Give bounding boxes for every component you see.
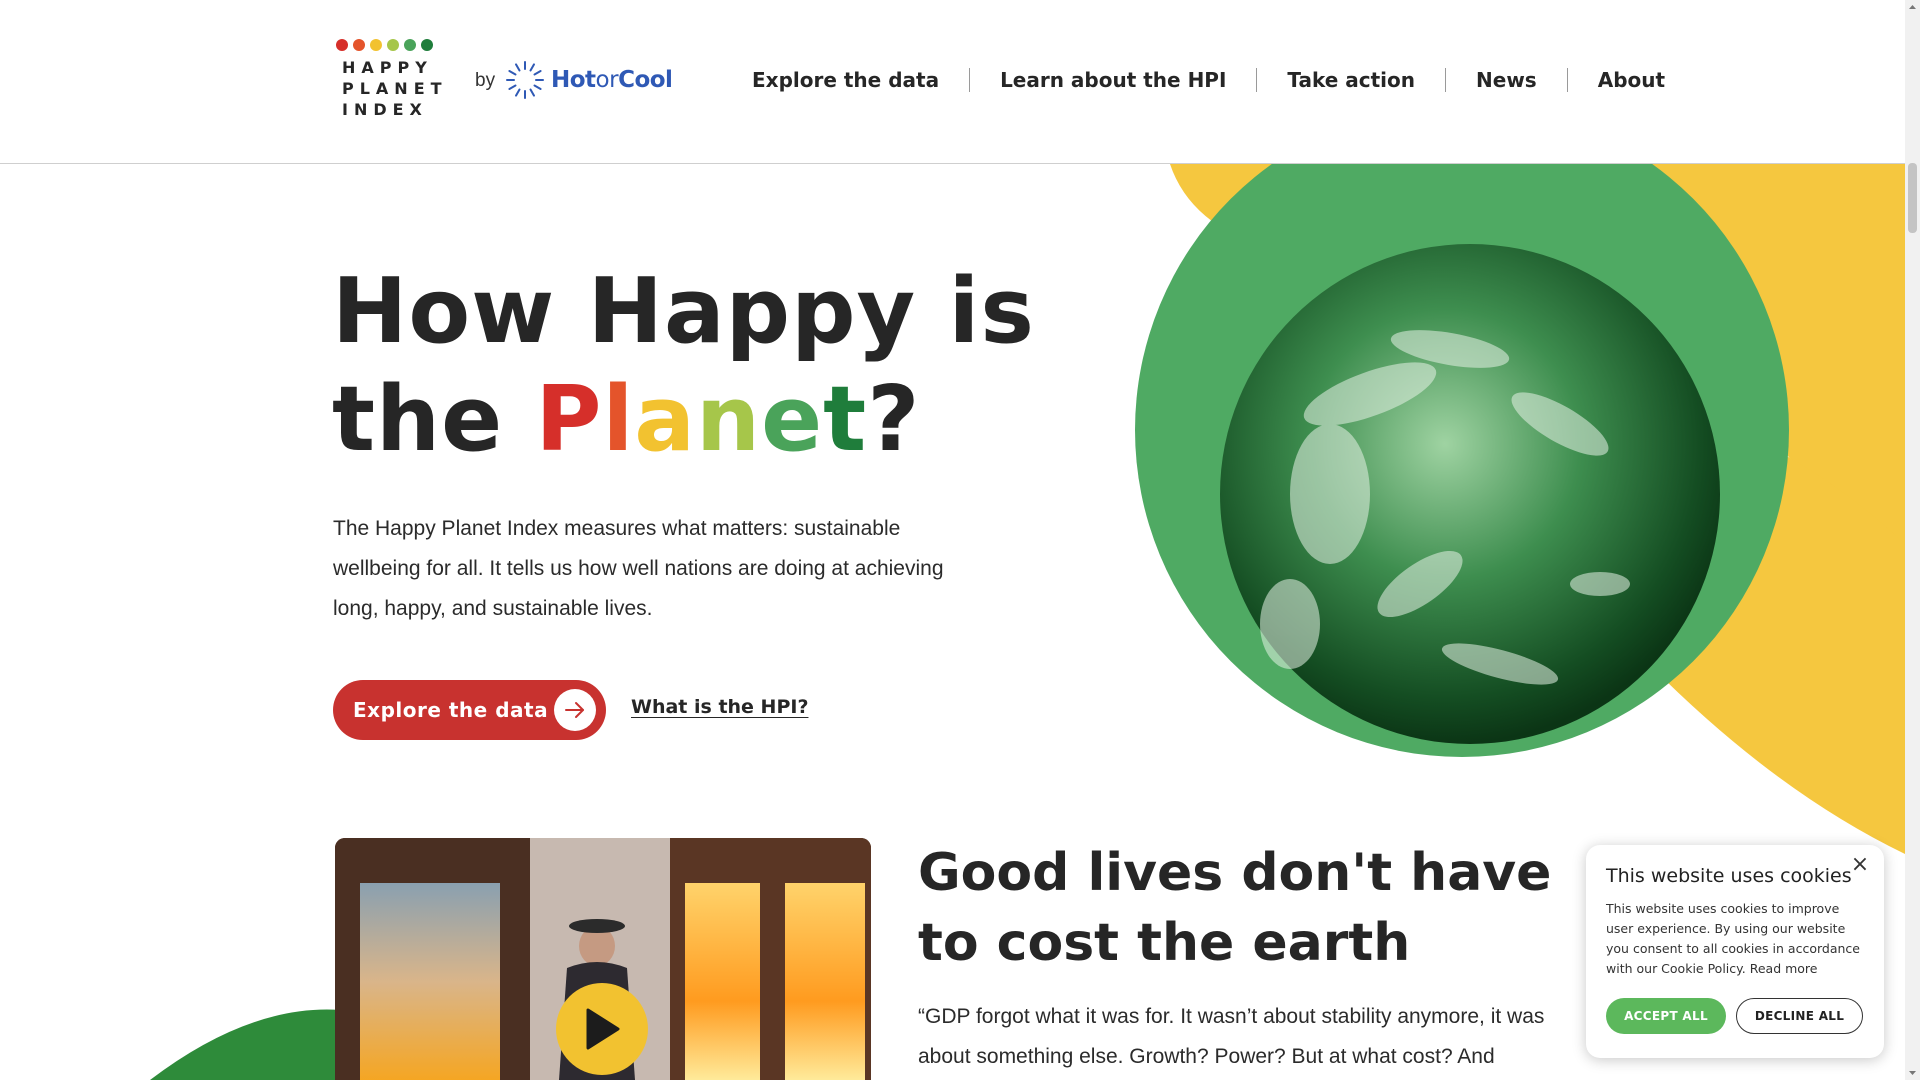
cookie-title: This website uses cookies — [1606, 865, 1852, 887]
nav-about[interactable]: About — [1568, 66, 1695, 94]
play-icon — [586, 1008, 620, 1050]
partner-word-hot: Hot — [551, 67, 596, 93]
nav-take-action[interactable]: Take action — [1257, 66, 1445, 94]
planet-word: Planet — [535, 367, 867, 472]
hero-title-prefix: the — [332, 367, 536, 472]
cookie-actions: ACCEPT ALL DECLINE ALL — [1606, 998, 1864, 1034]
logo-dot-orange — [353, 39, 365, 51]
cookie-banner: × This website uses cookies This website… — [1586, 845, 1884, 1058]
planet-letter: l — [602, 367, 635, 472]
green-hill — [150, 1009, 340, 1080]
partner-wordmark: HotorCool — [551, 67, 673, 93]
what-is-hpi-link[interactable]: What is the HPI? — [631, 696, 808, 718]
arrow-right-icon — [554, 689, 596, 731]
planet-letter: t — [823, 367, 868, 472]
main-nav: Explore the data Learn about the HPI Tak… — [752, 66, 1695, 94]
scrollbar-thumb[interactable] — [1908, 163, 1917, 233]
planet-letter: n — [696, 367, 762, 472]
planet-letter: e — [761, 367, 824, 472]
close-icon[interactable]: × — [1850, 854, 1870, 876]
nav-learn-hpi[interactable]: Learn about the HPI — [970, 66, 1256, 94]
cookie-text: This website uses cookies to improve use… — [1606, 899, 1864, 979]
partner-word-or: or — [595, 67, 619, 93]
hot-or-cool-logo[interactable]: HotorCool — [505, 60, 673, 100]
hero-title-line-1: How Happy is — [332, 259, 1035, 364]
video-thumbnail[interactable] — [335, 838, 871, 1080]
nav-explore-data[interactable]: Explore the data — [752, 66, 969, 94]
explore-data-button-label: Explore the data — [353, 698, 549, 722]
hero-description: The Happy Planet Index measures what mat… — [333, 517, 944, 620]
scroll-up-icon[interactable] — [1905, 0, 1920, 15]
scroll-down-icon[interactable] — [1905, 1065, 1920, 1080]
read-more-link[interactable]: Read more — [1750, 961, 1818, 976]
cookie-body: This website uses cookies to improve use… — [1606, 901, 1860, 976]
hero-title: How Happy is the Planet? — [332, 258, 1035, 474]
section-title: Good lives don't have to cost the earth — [918, 843, 1552, 973]
logo-dot-darkgreen — [421, 39, 433, 51]
planet-letter: a — [634, 367, 697, 472]
logo-wordmark: HAPPY PLANET INDEX — [342, 57, 448, 120]
logo-dots — [336, 39, 448, 51]
logo-line-2: PLANET — [342, 79, 448, 98]
nav-news[interactable]: News — [1446, 66, 1567, 94]
decline-all-button[interactable]: DECLINE ALL — [1736, 998, 1863, 1034]
section-quote: “GDP forgot what it was for. It wasn’t a… — [918, 1005, 1545, 1068]
sunburst-icon — [506, 61, 544, 99]
hero-title-suffix: ? — [867, 367, 921, 472]
logo-dot-yellow — [370, 39, 382, 51]
by-label: by — [475, 70, 496, 91]
logo-dot-green — [404, 39, 416, 51]
planet-letter: P — [535, 367, 603, 472]
page-scrollbar[interactable] — [1905, 0, 1920, 1080]
logo-line-3: INDEX — [342, 100, 428, 119]
accept-all-button[interactable]: ACCEPT ALL — [1606, 998, 1726, 1034]
hpi-logo[interactable]: HAPPY PLANET INDEX — [334, 39, 448, 120]
logo-dot-lime — [387, 39, 399, 51]
play-button[interactable] — [556, 983, 648, 1075]
partner-word-cool: Cool — [618, 67, 673, 93]
site-header: HAPPY PLANET INDEX by HotorCool Explore … — [0, 0, 1905, 164]
logo-dot-red — [336, 39, 348, 51]
explore-data-button[interactable]: Explore the data — [333, 680, 606, 740]
logo-line-1: HAPPY — [342, 58, 433, 77]
